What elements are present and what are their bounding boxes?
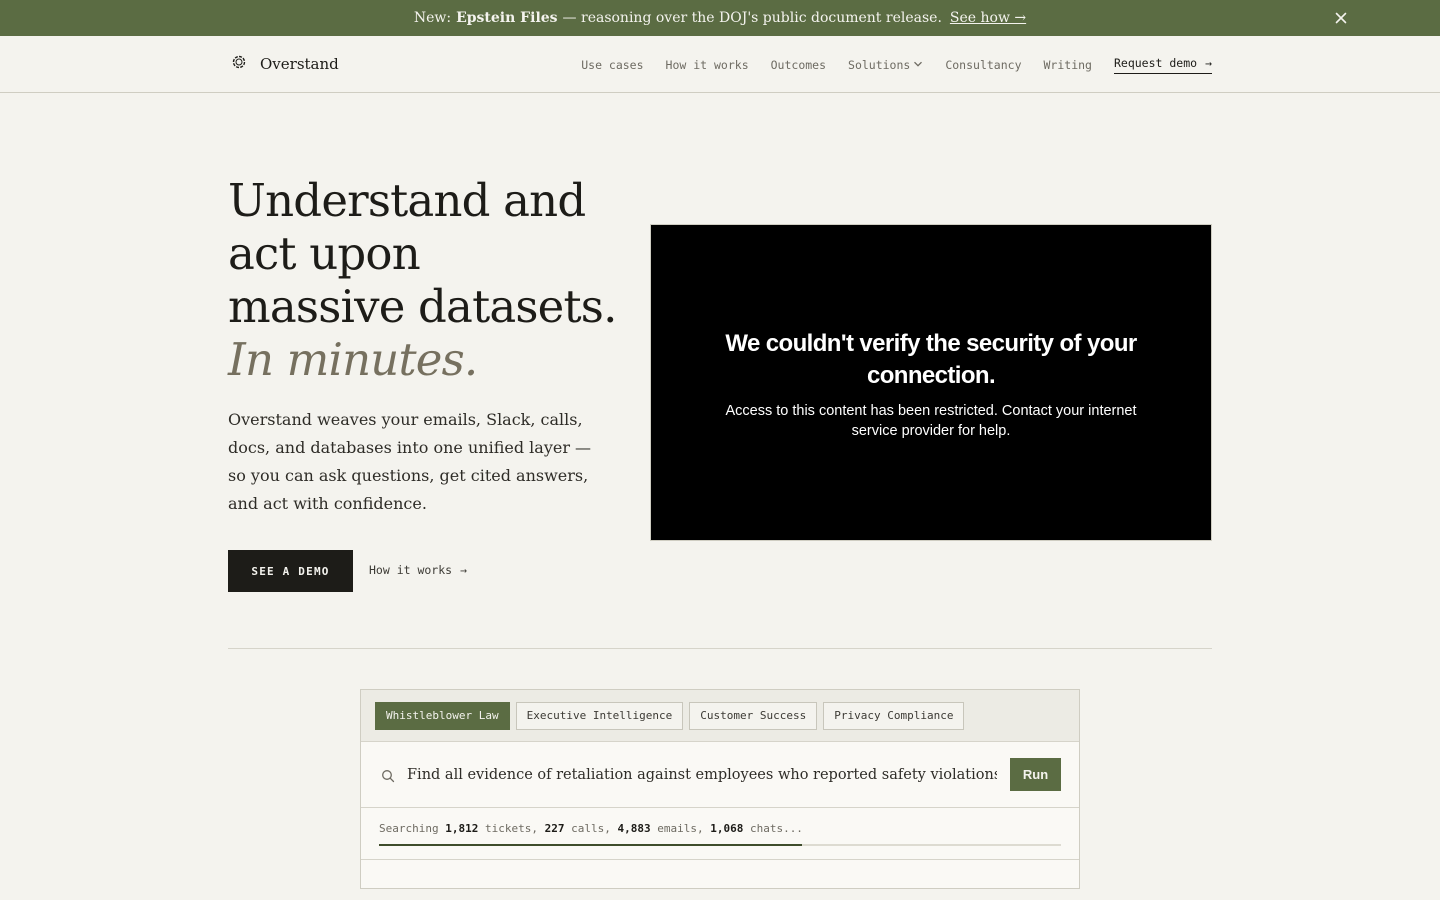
hero-description: Overstand weaves your emails, Slack, cal… (228, 410, 592, 513)
hero-title-accent: In minutes. (228, 333, 478, 386)
hero-title-line-1: Understand and (228, 174, 586, 227)
blocked-media-frame: We couldn't verify the security of your … (650, 224, 1212, 541)
hero-title-line-2: act upon (228, 227, 421, 280)
run-button[interactable]: Run (1010, 758, 1061, 791)
use-case-tabs: Whistleblower Law Executive Intelligence… (361, 690, 1079, 742)
arrow-right-icon: → (1205, 56, 1212, 70)
hero-title-line-3: massive datasets. (228, 280, 617, 333)
hero-title: Understand and act upon massive datasets… (228, 174, 628, 386)
calls-label: calls, (571, 822, 611, 835)
demo-panel: Whistleblower Law Executive Intelligence… (360, 689, 1080, 889)
nav-use-cases[interactable]: Use cases (581, 58, 643, 72)
nav-solutions[interactable]: Solutions (848, 58, 923, 72)
nav-consultancy[interactable]: Consultancy (945, 58, 1021, 72)
nav-outcomes[interactable]: Outcomes (771, 58, 826, 72)
site-header: Overstand Use cases How it works Outcome… (0, 36, 1440, 93)
banner-text: — reasoning over the DOJ's public docume… (562, 10, 942, 26)
chats-label: chats... (749, 822, 803, 835)
section-divider (228, 648, 1212, 649)
emails-label: emails, (657, 822, 704, 835)
search-status-text: Searching 1,812 tickets, 227 calls, 4,88… (379, 822, 1061, 835)
emails-count: 4,883 (617, 822, 651, 835)
search-icon (381, 768, 395, 782)
chats-count: 1,068 (710, 822, 744, 835)
see-demo-button[interactable]: SEE A DEMO (228, 550, 353, 592)
banner-highlight: Epstein Files (456, 10, 558, 26)
arrow-right-icon: → (460, 563, 468, 577)
security-error-title: We couldn't verify the security of your … (725, 330, 1137, 389)
brand-name: Overstand (260, 55, 339, 73)
nav-how-it-works[interactable]: How it works (666, 58, 749, 72)
announcement-banner: New: Epstein Files — reasoning over the … (0, 0, 1440, 36)
search-progress-bar (379, 844, 1061, 846)
tab-whistleblower-law[interactable]: Whistleblower Law (375, 701, 510, 730)
status-prefix: Searching (379, 822, 439, 835)
brand[interactable]: Overstand (231, 54, 339, 74)
search-progress-fill (379, 844, 802, 846)
tickets-count: 1,812 (445, 822, 479, 835)
request-demo-label: Request demo (1113, 56, 1198, 70)
search-status: Searching 1,812 tickets, 227 calls, 4,88… (361, 808, 1079, 860)
security-error-message: Access to this content has been restrict… (725, 403, 1137, 439)
how-it-works-label: How it works (369, 563, 453, 577)
tickets-label: tickets, (484, 822, 538, 835)
tab-privacy-compliance[interactable]: Privacy Compliance (823, 701, 965, 730)
query-bar: Run (361, 742, 1079, 808)
nav-solutions-label: Solutions (848, 58, 911, 72)
banner-see-how-link[interactable]: See how → (950, 10, 1026, 26)
tab-customer-success[interactable]: Customer Success (689, 701, 818, 730)
logo-ring-icon (231, 54, 247, 74)
nav-writing[interactable]: Writing (1044, 58, 1092, 72)
close-icon[interactable] (1332, 9, 1350, 27)
calls-count: 227 (544, 822, 565, 835)
main-nav: Use cases How it works Outcomes Solution… (559, 56, 1212, 74)
query-input[interactable] (407, 766, 997, 783)
how-it-works-link[interactable]: How it works → (369, 563, 467, 577)
banner-prefix: New: (413, 10, 452, 26)
request-demo-link[interactable]: Request demo → (1113, 56, 1212, 74)
tab-executive-intelligence[interactable]: Executive Intelligence (515, 701, 684, 730)
chevron-down-icon (913, 58, 923, 72)
